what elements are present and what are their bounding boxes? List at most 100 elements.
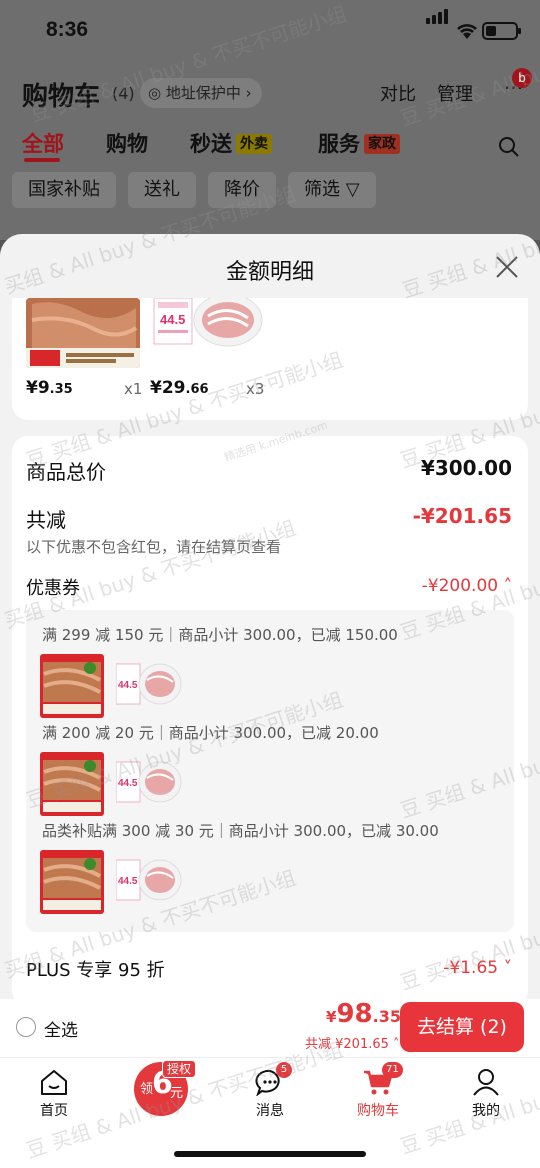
tab-service[interactable]: 服务 家政 (318, 128, 400, 158)
lamb-thumbnail: 44.5 (116, 761, 182, 803)
product-card: 44.5 ¥9.35 x1 ¥29.66 x3 (12, 298, 528, 420)
chevron-right-icon: › (240, 84, 252, 102)
header: 购物车 (4) ◎ 地址保护中 › 对比 管理 ··· b (0, 64, 540, 120)
filter-bar: 国家补贴 送礼 降价 筛选 ▽ (0, 172, 540, 212)
lamb-thumbnail: 44.5 (116, 663, 182, 705)
address-protect-button[interactable]: ◎ 地址保护中 › (140, 78, 262, 108)
close-icon[interactable] (494, 254, 520, 280)
nav-mine-label: 我的 (472, 1103, 500, 1119)
coin-suffix: 元 (170, 1086, 184, 1101)
search-icon[interactable] (498, 136, 520, 158)
coin-tag: 授权 (162, 1060, 197, 1078)
tab-shopping[interactable]: 购物 (106, 128, 148, 158)
coupon-toggle[interactable]: -¥200.00 ˄ (422, 576, 512, 596)
tab-all[interactable]: 全部 (22, 128, 64, 158)
product-2-price-dec: .66 (185, 382, 209, 397)
coupon-label: 优惠券 (26, 578, 80, 599)
plus-discount-label: PLUS 专享 95 折 (26, 960, 165, 981)
total-symbol: ¥ (326, 1008, 337, 1026)
product-2-price: ¥29.66 (150, 378, 209, 398)
tripe-product-image (26, 298, 140, 368)
reduce-value: -¥201.65 (412, 504, 512, 528)
reduce-label: 共减 (26, 508, 66, 532)
tab-shopping-label: 购物 (106, 132, 148, 156)
product-1-qty: x1 (124, 380, 143, 398)
manage-button[interactable]: 管理 (437, 80, 473, 106)
nav-messages[interactable]: 5 消息 (230, 1062, 310, 1119)
nav-cart[interactable]: 71 购物车 (338, 1062, 418, 1119)
takeout-tag: 外卖 (236, 134, 272, 154)
cart-count: (4) (112, 84, 135, 103)
shield-icon: ◎ (148, 84, 166, 102)
nav-messages-label: 消息 (256, 1103, 284, 1119)
tripe-thumbnail (40, 654, 104, 718)
coupon-line-2: 满 200 减 20 元｜商品小计 300.00，已减 20.00 (42, 724, 379, 742)
compare-button[interactable]: 对比 (380, 80, 416, 106)
status-time: 8:36 (46, 18, 89, 41)
chevron-down-icon: ˅ (498, 958, 512, 978)
page-title: 购物车 (22, 82, 101, 112)
select-all-checkbox[interactable] (16, 1017, 36, 1037)
messages-badge: 5 (276, 1062, 292, 1078)
tripe-thumbnail (40, 850, 104, 914)
cart-badge: 71 (382, 1062, 403, 1078)
housekeeping-tag: 家政 (364, 134, 400, 154)
nav-home[interactable]: 首页 (14, 1066, 94, 1119)
checkout-button[interactable]: 去结算 (2) (400, 1002, 524, 1052)
product-1-price: ¥9.35 (26, 378, 73, 398)
filter-gift[interactable]: 送礼 (128, 172, 196, 208)
funnel-icon: ▽ (340, 179, 360, 200)
tab-service-label: 服务 (318, 132, 360, 156)
chevron-up-icon: ˄ (388, 1037, 400, 1052)
status-bar: 8:36 (0, 0, 540, 64)
product-2-qty: x3 (246, 380, 265, 398)
total-label: 商品总价 (26, 460, 106, 484)
select-all-label[interactable]: 全选 (44, 1016, 78, 1041)
total-reduce: 共减 ¥201.65 (305, 1037, 389, 1052)
coupon-value: -¥200.00 (421, 576, 499, 596)
chevron-up-icon: ˄ (498, 576, 512, 596)
svg-text:44.5: 44.5 (118, 680, 138, 691)
wifi-icon (457, 24, 477, 39)
filter-subsidy[interactable]: 国家补贴 (12, 172, 116, 208)
nav-home-label: 首页 (40, 1103, 68, 1119)
plus-discount-toggle[interactable]: -¥1.65 ˅ (443, 958, 512, 978)
address-label: 地址保护中 (165, 84, 241, 102)
product-2-price-int: ¥29 (150, 378, 186, 398)
coupon-detail-box: 满 299 减 150 元｜商品小计 300.00，已减 150.00 满 20… (26, 610, 514, 932)
reduce-note: 以下优惠不包含红包，请在结算页查看 (26, 538, 282, 556)
plus-discount-value: -¥1.65 (443, 958, 499, 978)
coupon-products-row: 44.5 (40, 752, 200, 816)
product-1-price-int: ¥9 (26, 378, 50, 398)
total-price: ¥98.35 (326, 999, 401, 1029)
amount-detail-sheet: 金额明细 44.5 ¥9.35 x1 ¥29.66 x3 商品总价 ¥300.0… (0, 234, 540, 999)
total-int: 98 (336, 999, 373, 1029)
nav-mine[interactable]: 我的 (446, 1066, 526, 1119)
coupon-line-1: 满 299 减 150 元｜商品小计 300.00，已减 150.00 (42, 626, 398, 644)
home-indicator (174, 1151, 366, 1157)
user-icon (473, 1069, 499, 1096)
product-1-price-dec: .35 (49, 382, 73, 397)
svg-text:44.5: 44.5 (118, 876, 138, 887)
filter-price-drop[interactable]: 降价 (208, 172, 276, 208)
coupon-line-3: 品类补贴满 300 减 30 元｜商品小计 300.00，已减 30.00 (42, 822, 439, 840)
tab-underline (24, 158, 60, 162)
filter-button[interactable]: 筛选 ▽ (288, 172, 376, 208)
battery-icon (482, 22, 521, 40)
sheet-title: 金额明细 (225, 260, 314, 285)
nav-cart-label: 购物车 (357, 1103, 399, 1119)
lamb-thumbnail: 44.5 (116, 859, 182, 901)
coupon-products-row: 44.5 (40, 654, 200, 718)
tripe-thumbnail (40, 752, 104, 816)
bottom-nav: 首页 领 6 元 授权 5 消息 71 购物车 我的 (0, 1057, 540, 1127)
notification-dot: b (512, 68, 532, 88)
home-icon (41, 1070, 67, 1095)
price-breakdown-card: 商品总价 ¥300.00 共减 -¥201.65 以下优惠不包含红包，请在结算页… (12, 436, 528, 999)
lamb-product-image: 44.5 (152, 298, 264, 348)
total-dec: .35 (372, 1007, 401, 1026)
coupon-products-row: 44.5 (40, 850, 200, 914)
total-value: ¥300.00 (420, 456, 512, 480)
total-reduce-toggle[interactable]: 共减 ¥201.65 ˄ (305, 1033, 400, 1052)
filter-label: 筛选 (304, 179, 340, 200)
tab-instant[interactable]: 秒送 外卖 (190, 128, 272, 158)
